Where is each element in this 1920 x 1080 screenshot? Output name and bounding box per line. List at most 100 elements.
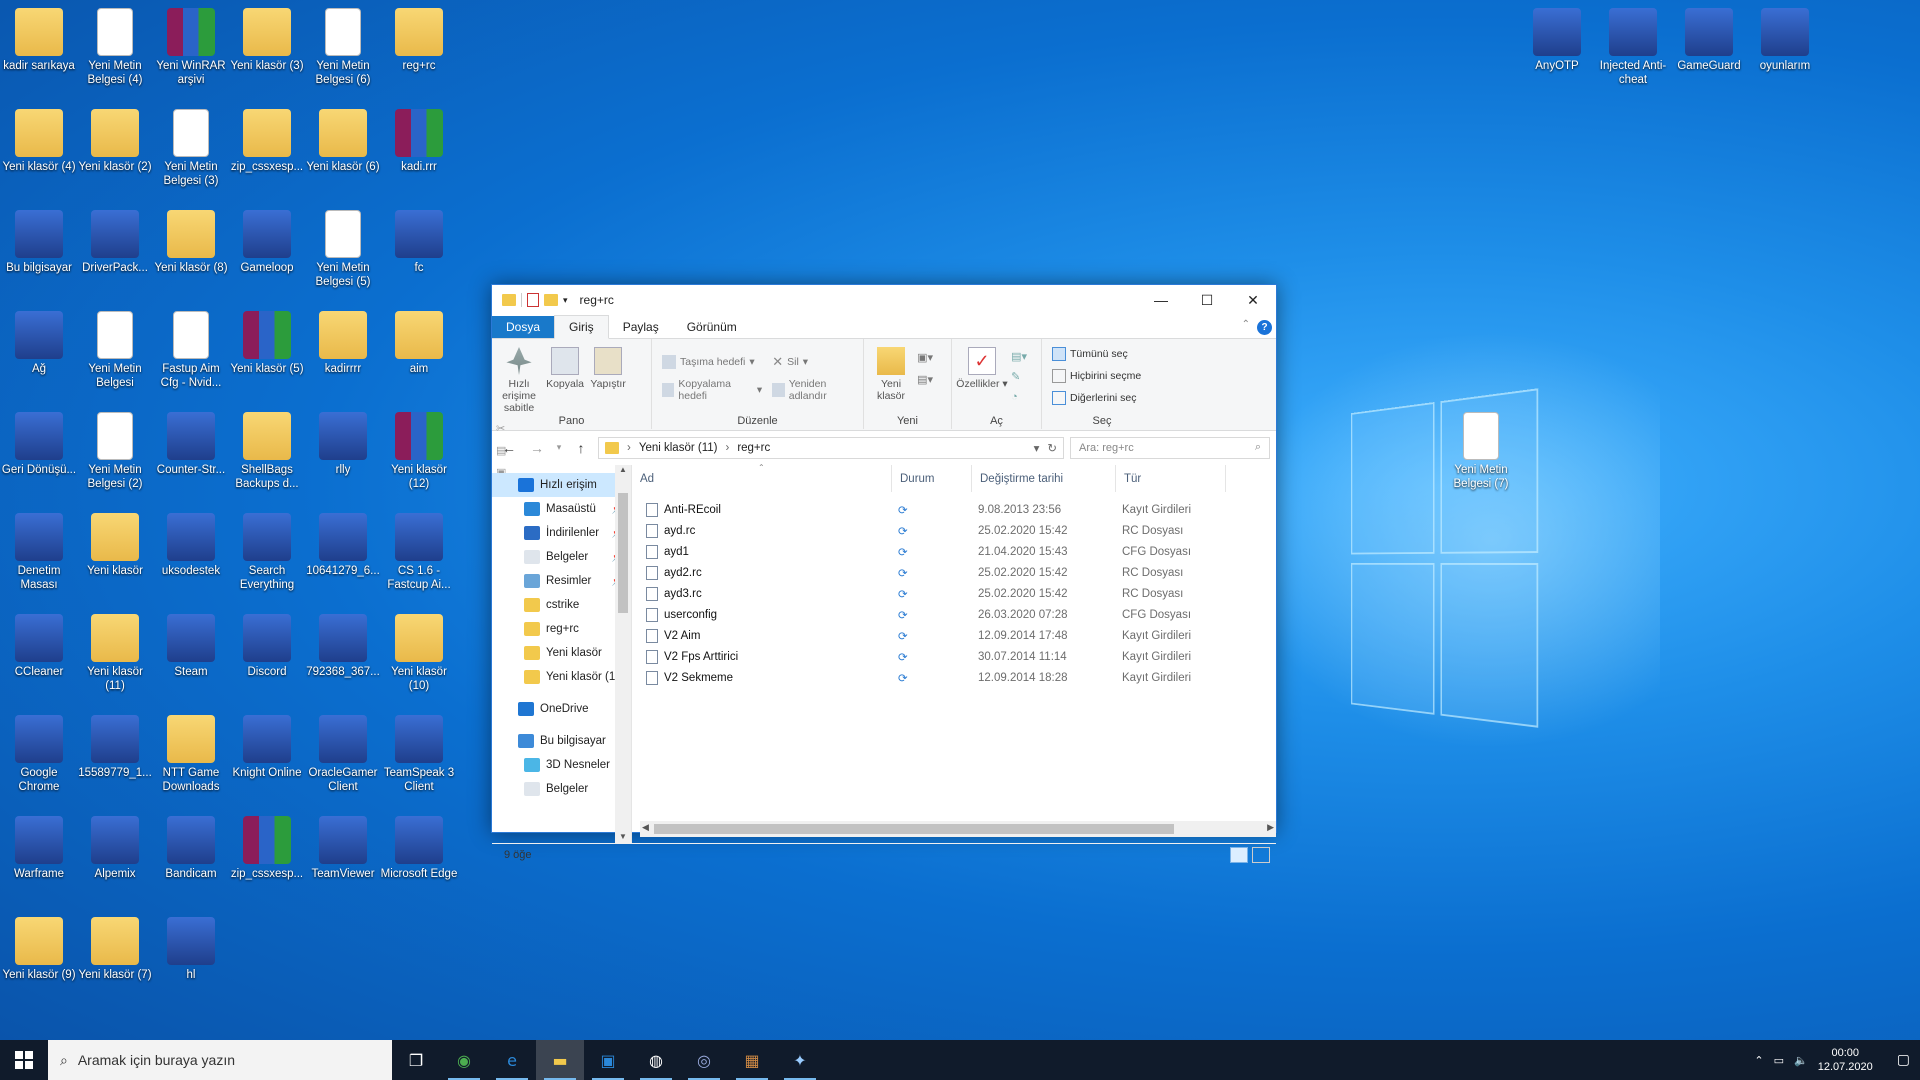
recent-locations-icon[interactable]: ▾	[554, 442, 564, 453]
column-header-name[interactable]: Ad ⌃	[632, 463, 892, 492]
desktop-icon[interactable]: kadi.rrr	[380, 105, 458, 205]
properties-icon[interactable]	[527, 293, 539, 307]
taskbar-app-button[interactable]: ◉	[440, 1040, 488, 1080]
new-folder-icon[interactable]	[544, 294, 558, 306]
nav-item[interactable]: Yeni klasör	[492, 641, 631, 665]
invert-selection-button[interactable]: Diğerlerini seç	[1052, 387, 1158, 409]
desktop-icon[interactable]: Yeni klasör (2)	[76, 105, 154, 205]
desktop-icon[interactable]: kadir sarıkaya	[0, 4, 78, 104]
desktop-icon[interactable]: DriverPack...	[76, 206, 154, 306]
rename-button[interactable]: Yeniden adlandır	[772, 378, 859, 402]
navigation-pane[interactable]: Hızlı erişimMasaüstü📌İndirilenler📌Belgel…	[492, 465, 632, 843]
nav-item[interactable]: Resimler📌	[492, 569, 631, 593]
pin-quick-access-button[interactable]: Hızlı erişime sabitle	[496, 343, 542, 414]
column-header-status[interactable]: Durum	[892, 465, 972, 492]
desktop-icon[interactable]: Microsoft Edge	[380, 812, 458, 912]
select-none-button[interactable]: Hiçbirini seçme	[1052, 365, 1158, 387]
start-button[interactable]	[0, 1040, 48, 1080]
file-row[interactable]: Anti-REcoil ⟳ 9.08.2013 23:56 Kayıt Girdile…	[632, 499, 1276, 520]
desktop-icon[interactable]: Yeni Metin Belgesi (7)	[1442, 408, 1520, 508]
forward-arrow-icon[interactable]: →	[526, 440, 548, 456]
desktop-icon[interactable]: CS 1.6 - Fastcup Ai...	[380, 509, 458, 609]
properties-button[interactable]: ✓ Özellikler ▾	[956, 343, 1008, 390]
clock[interactable]: 00:00 12.07.2020	[1818, 1046, 1873, 1074]
desktop-icon[interactable]: Gameloop	[228, 206, 306, 306]
search-input[interactable]: Ara: reg+rc ⌕	[1070, 436, 1270, 459]
nav-item[interactable]: Yeni klasör (11)	[492, 665, 631, 689]
nav-item[interactable]: OneDrive	[492, 697, 631, 721]
desktop-icon[interactable]: Knight Online	[228, 711, 306, 811]
details-view-icon[interactable]	[1230, 846, 1248, 863]
file-row[interactable]: ayd1 ⟳ 21.04.2020 15:43 CFG Dosyası	[632, 541, 1276, 562]
taskbar-app-button[interactable]: ▦	[728, 1040, 776, 1080]
desktop-icon[interactable]: zip_cssxesp...	[228, 812, 306, 912]
desktop-icon[interactable]: Alpemix	[76, 812, 154, 912]
minimize-button[interactable]: —	[1138, 285, 1184, 315]
paste-button[interactable]: Yapıştır	[588, 343, 628, 390]
navigation-scrollbar[interactable]: ▲ ▼	[615, 465, 631, 843]
column-header-date[interactable]: Değiştirme tarihi	[972, 465, 1116, 492]
nav-item[interactable]: Hızlı erişim	[492, 473, 631, 497]
nav-item[interactable]: reg+rc	[492, 617, 631, 641]
taskbar-search-input[interactable]: ⌕ Aramak için buraya yazın	[48, 1040, 392, 1080]
nav-item[interactable]: Masaüstü📌	[492, 497, 631, 521]
desktop-icon[interactable]: Yeni klasör (5)	[228, 307, 306, 407]
desktop-icon[interactable]: Discord	[228, 610, 306, 710]
refresh-icon[interactable]: ↻	[1047, 441, 1057, 455]
desktop-icon[interactable]: Yeni klasör (10)	[380, 610, 458, 710]
desktop-icon[interactable]: Counter-Str...	[152, 408, 230, 508]
desktop-icon[interactable]: Yeni Metin Belgesi	[76, 307, 154, 407]
nav-item[interactable]: Belgeler	[492, 777, 631, 801]
desktop-icon[interactable]: fc	[380, 206, 458, 306]
breadcrumb-item[interactable]: reg+rc	[737, 442, 770, 454]
file-row[interactable]: ayd2.rc ⟳ 25.02.2020 15:42 RC Dosyası	[632, 562, 1276, 583]
volume-icon[interactable]: 🔈	[1794, 1054, 1808, 1067]
taskbar-app-button[interactable]: ◎	[680, 1040, 728, 1080]
desktop-icon[interactable]: Fastup Aim Cfg - Nvid...	[152, 307, 230, 407]
copy-path-icon[interactable]: ▤	[496, 440, 512, 462]
chevron-down-icon[interactable]: ▾	[563, 295, 568, 306]
desktop-icon[interactable]: GameGuard	[1670, 4, 1748, 104]
taskbar-app-button[interactable]: ◍	[632, 1040, 680, 1080]
desktop-icon[interactable]: kadirrrr	[304, 307, 382, 407]
notifications-icon[interactable]: ▢	[1897, 1052, 1910, 1068]
desktop-icon[interactable]: zip_cssxesp...	[228, 105, 306, 205]
desktop-icon[interactable]: Geri Dönüşü...	[0, 408, 78, 508]
select-all-button[interactable]: Tümünü seç	[1052, 343, 1158, 365]
desktop-icon[interactable]: Bu bilgisayar	[0, 206, 78, 306]
tab-share[interactable]: Paylaş	[609, 316, 673, 338]
desktop-icon[interactable]: hl	[152, 913, 230, 1013]
taskbar-app-button[interactable]: ▣	[584, 1040, 632, 1080]
desktop-icon[interactable]: Yeni Metin Belgesi (5)	[304, 206, 382, 306]
close-button[interactable]: ✕	[1230, 285, 1276, 315]
desktop-icon[interactable]: Steam	[152, 610, 230, 710]
desktop-icon[interactable]: Yeni Metin Belgesi (2)	[76, 408, 154, 508]
file-row[interactable]: V2 Aim ⟳ 12.09.2014 17:48 Kayıt Girdileri	[632, 625, 1276, 646]
desktop-icon[interactable]: AnyOTP	[1518, 4, 1596, 104]
desktop-icon[interactable]: Yeni Metin Belgesi (4)	[76, 4, 154, 104]
taskbar-app-button[interactable]: ▬	[536, 1040, 584, 1080]
desktop-icon[interactable]: Yeni klasör	[76, 509, 154, 609]
desktop-icon[interactable]: OracleGamer Client	[304, 711, 382, 811]
desktop-icon[interactable]: Yeni klasör (8)	[152, 206, 230, 306]
desktop-icon[interactable]: Yeni klasör (6)	[304, 105, 382, 205]
desktop-icon[interactable]: 15589779_1...	[76, 711, 154, 811]
horizontal-scrollbar[interactable]: ◀ ▶	[640, 821, 1276, 837]
desktop-icon[interactable]: oyunlarım	[1746, 4, 1824, 104]
desktop-icon[interactable]: Yeni klasör (3)	[228, 4, 306, 104]
nav-item[interactable]: Bu bilgisayar	[492, 729, 631, 753]
desktop-icon[interactable]: Yeni Metin Belgesi (3)	[152, 105, 230, 205]
easy-access-icon[interactable]: ▤▾	[917, 369, 933, 391]
maximize-button[interactable]: ☐	[1184, 285, 1230, 315]
taskbar-app-button[interactable]: e	[488, 1040, 536, 1080]
desktop-icon[interactable]: uksodestek	[152, 509, 230, 609]
edit-icon[interactable]: ✎	[1011, 367, 1027, 387]
file-list[interactable]: Ad ⌃ Durum Değiştirme tarihi Tür Anti-REc…	[632, 463, 1276, 843]
chevron-up-icon[interactable]: ⌃	[1754, 1054, 1763, 1067]
ribbon-collapse-icon[interactable]: ⌃	[1242, 319, 1250, 330]
history-icon[interactable]: ◔	[1011, 387, 1027, 407]
desktop-icon[interactable]: Yeni klasör (9)	[0, 913, 78, 1013]
desktop-icon[interactable]: TeamViewer	[304, 812, 382, 912]
desktop-icon[interactable]: Google Chrome	[0, 711, 78, 811]
desktop-icon[interactable]: Yeni WinRAR arşivi	[152, 4, 230, 104]
